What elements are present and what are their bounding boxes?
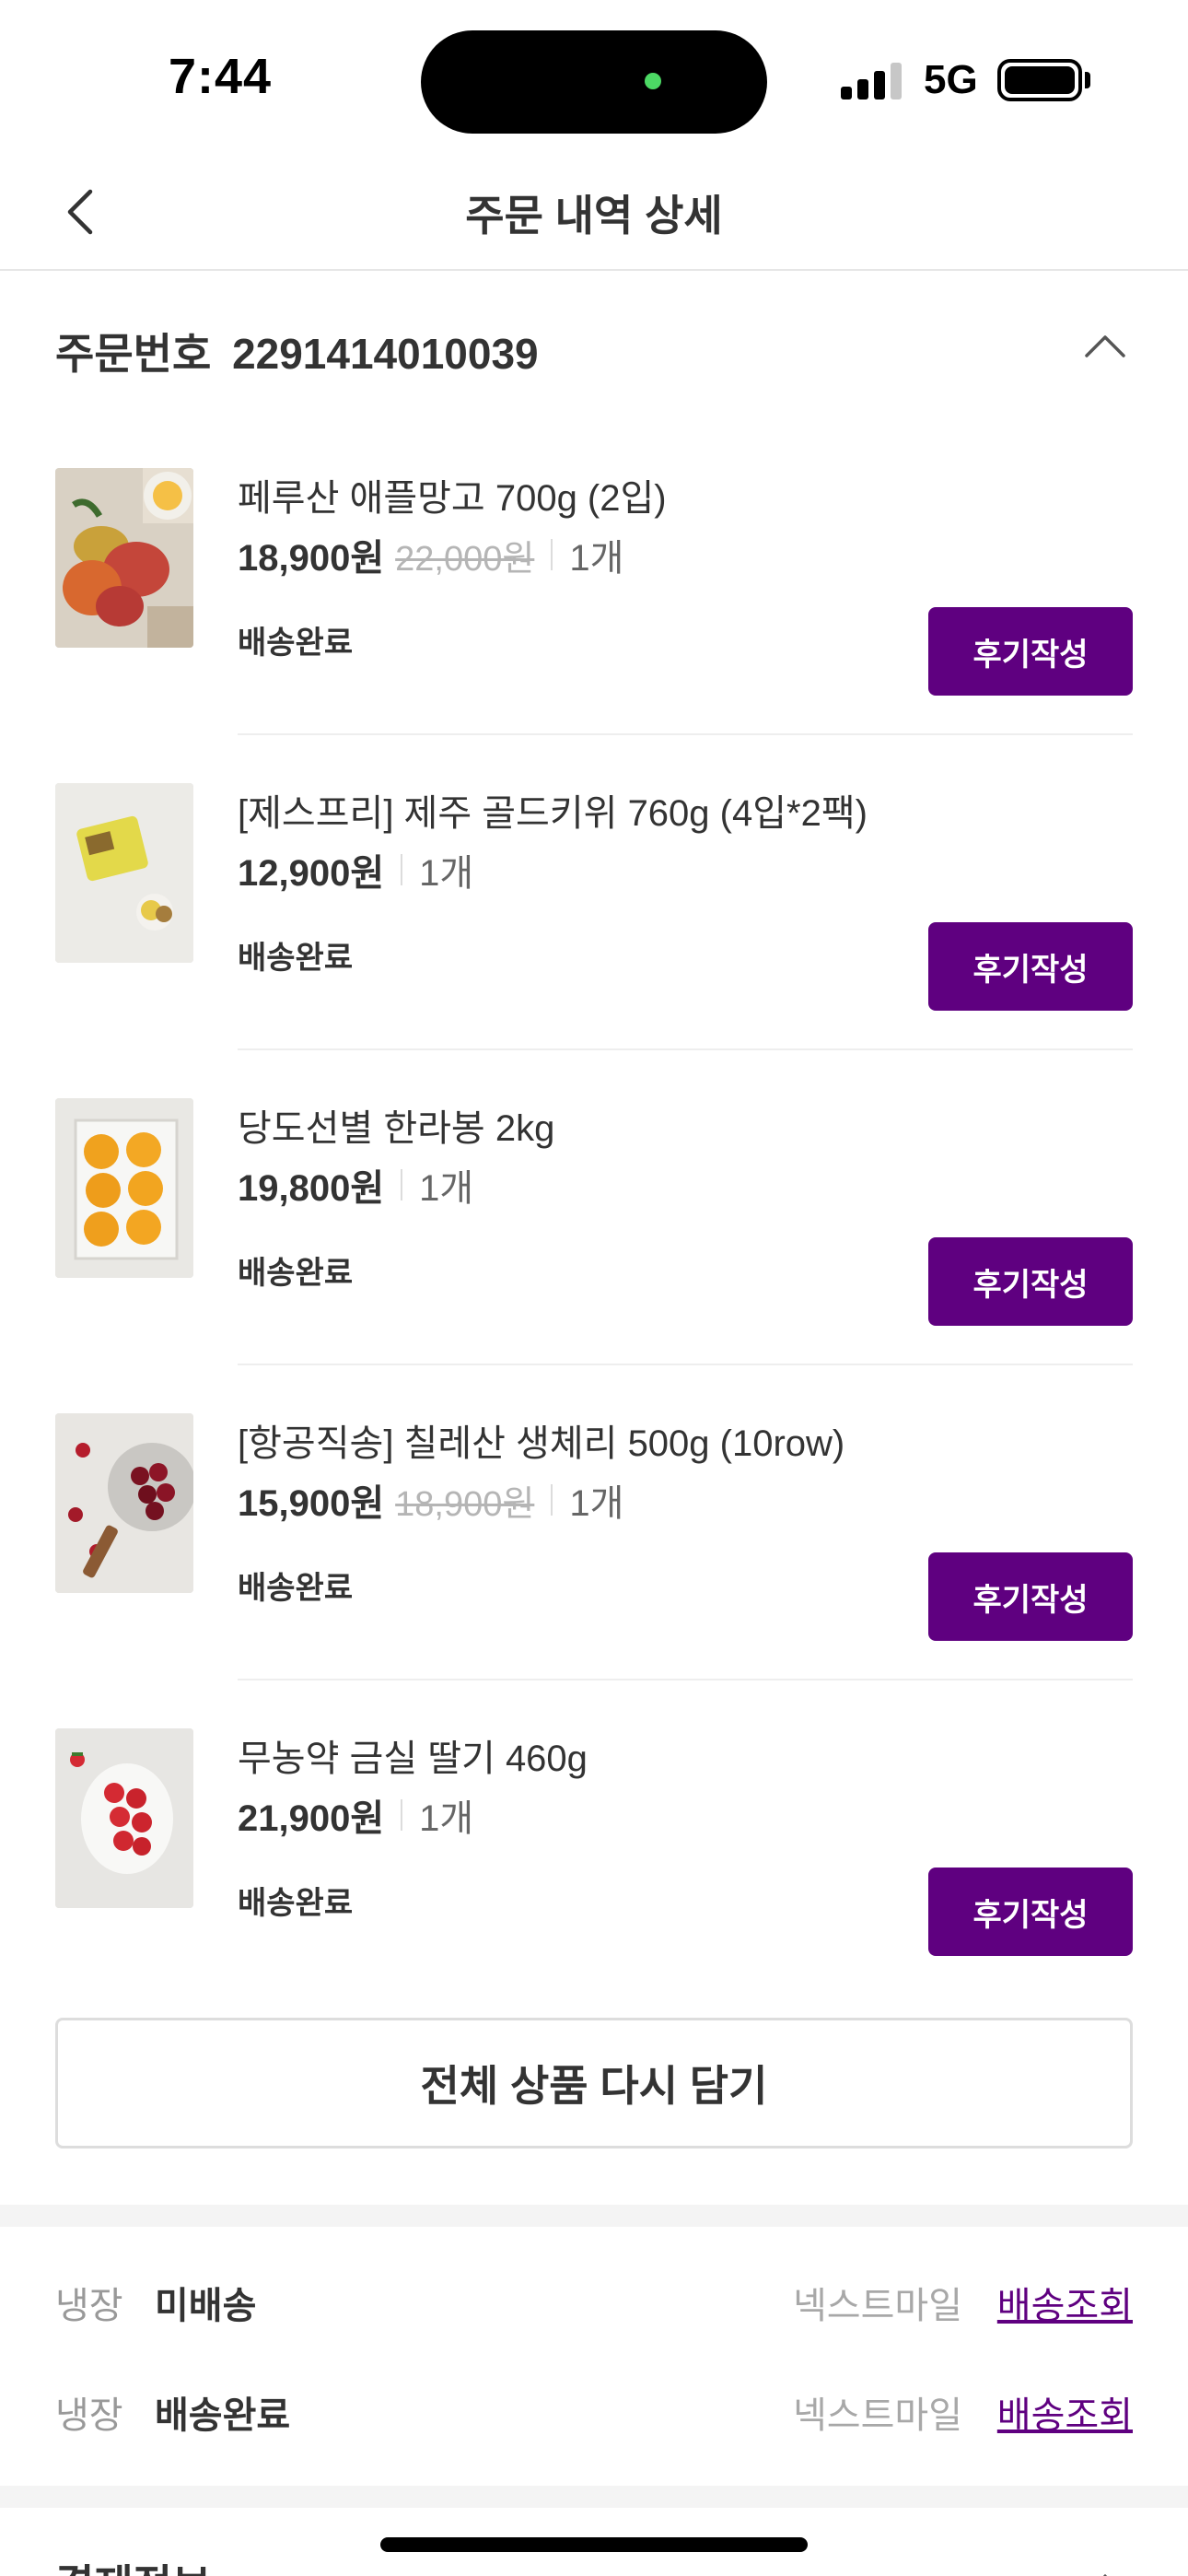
quantity: 1개 xyxy=(419,853,474,894)
delivery-state: 배송완료 xyxy=(155,2395,291,2436)
product-item: 페루산 애플망고 700g (2입) 18,900원 22,000원 1개 배송… xyxy=(0,420,1188,735)
price-divider xyxy=(401,1169,403,1200)
cherry-image xyxy=(55,1413,193,1593)
chevron-up-icon xyxy=(1085,335,1125,357)
hallabong-image xyxy=(55,1098,193,1278)
section-gap xyxy=(0,2205,1188,2227)
order-number-prefix: 주문번호 xyxy=(55,330,212,378)
write-review-button[interactable]: 후기작성 xyxy=(928,607,1133,696)
track-delivery-link[interactable]: 배송조회 xyxy=(997,2385,1133,2439)
price-row: 15,900원 18,900원 1개 xyxy=(238,1474,623,1526)
delivery-row: 냉장 배송완료 넥스트마일 배송조회 xyxy=(0,2354,1188,2465)
order-number: 2291414010039 xyxy=(232,330,539,378)
product-image[interactable] xyxy=(55,1728,193,1908)
product-image[interactable] xyxy=(55,1098,193,1278)
product-image[interactable] xyxy=(55,783,193,963)
battery-cap xyxy=(1085,72,1090,88)
original-price: 18,900원 xyxy=(395,1484,535,1524)
quantity: 1개 xyxy=(569,1483,624,1524)
product-name[interactable]: 무농약 금실 딸기 460g xyxy=(238,1728,588,1782)
quantity: 1개 xyxy=(419,1798,474,1839)
sale-price: 12,900원 xyxy=(238,853,385,894)
mango-image xyxy=(55,468,193,648)
price-row: 12,900원 1개 xyxy=(238,844,473,896)
home-indicator xyxy=(380,2537,808,2552)
dynamic-island xyxy=(421,30,767,134)
price-divider xyxy=(551,539,553,570)
sale-price: 15,900원 xyxy=(238,1483,385,1524)
delivery-status: 배송완료 xyxy=(238,941,354,976)
write-review-button[interactable]: 후기작성 xyxy=(928,1552,1133,1641)
delivery-state: 미배송 xyxy=(155,2286,257,2326)
battery-icon xyxy=(997,59,1082,101)
price-divider xyxy=(401,854,403,885)
sale-price: 21,900원 xyxy=(238,1798,385,1839)
strawberry-image xyxy=(55,1728,193,1908)
delivery-status: 배송완료 xyxy=(238,626,354,661)
write-review-button[interactable]: 후기작성 xyxy=(928,1868,1133,1956)
quantity: 1개 xyxy=(569,538,624,579)
collapse-button[interactable] xyxy=(1077,319,1133,374)
delivery-status: 배송완료 xyxy=(238,1886,354,1921)
track-delivery-link[interactable]: 배송조회 xyxy=(997,2276,1133,2329)
product-item: [제스프리] 제주 골드키위 760g (4입*2팩) 12,900원 1개 배… xyxy=(0,735,1188,1050)
sale-price: 19,800원 xyxy=(238,1168,385,1209)
camera-indicator-icon xyxy=(645,73,661,89)
nav-bar: 주문 내역 상세 xyxy=(0,157,1188,271)
delivery-row: 냉장 미배송 넥스트마일 배송조회 xyxy=(0,2244,1188,2355)
carrier-name: 넥스트마일 xyxy=(793,2395,962,2436)
product-name[interactable]: [항공직송] 칠레산 생체리 500g (10row) xyxy=(238,1413,844,1467)
product-image[interactable] xyxy=(55,468,193,648)
page-title: 주문 내역 상세 xyxy=(465,192,723,240)
price-row: 18,900원 22,000원 1개 xyxy=(238,529,623,580)
quantity: 1개 xyxy=(419,1168,474,1209)
status-bar: 7:44 5G xyxy=(0,0,1188,157)
price-divider xyxy=(551,1484,553,1516)
delivery-type: 냉장 xyxy=(55,2286,123,2326)
kiwi-image xyxy=(55,783,193,963)
cellular-signal-icon xyxy=(841,61,903,100)
product-list: 페루산 애플망고 700g (2입) 18,900원 22,000원 1개 배송… xyxy=(0,420,1188,1985)
payment-section-title[interactable]: 결제정보 xyxy=(55,2552,211,2576)
sale-price: 18,900원 xyxy=(238,538,385,579)
price-row: 19,800원 1개 xyxy=(238,1159,473,1211)
price-row: 21,900원 1개 xyxy=(238,1789,473,1841)
original-price: 22,000원 xyxy=(395,539,535,579)
product-image[interactable] xyxy=(55,1413,193,1593)
network-type: 5G xyxy=(924,57,978,102)
delivery-status: 배송완료 xyxy=(238,1571,354,1606)
product-name[interactable]: [제스프리] 제주 골드키위 760g (4입*2팩) xyxy=(238,783,868,837)
status-time: 7:44 xyxy=(169,49,273,104)
readd-all-to-cart-button[interactable]: 전체 상품 다시 담기 xyxy=(55,2018,1133,2149)
delivery-type: 냉장 xyxy=(55,2395,123,2436)
carrier-name: 넥스트마일 xyxy=(793,2286,962,2326)
write-review-button[interactable]: 후기작성 xyxy=(928,1237,1133,1326)
delivery-status: 배송완료 xyxy=(238,1256,354,1291)
product-item: 당도선별 한라봉 2kg 19,800원 1개 배송완료 후기작성 xyxy=(0,1050,1188,1365)
section-gap xyxy=(0,2486,1188,2508)
price-divider xyxy=(401,1799,403,1831)
product-name[interactable]: 당도선별 한라봉 2kg xyxy=(238,1098,554,1152)
order-header[interactable]: 주문번호 2291414010039 xyxy=(0,273,1188,420)
chevron-up-icon[interactable] xyxy=(1087,2561,1124,2576)
write-review-button[interactable]: 후기작성 xyxy=(928,922,1133,1011)
product-item: [항공직송] 칠레산 생체리 500g (10row) 15,900원 18,9… xyxy=(0,1365,1188,1680)
product-name[interactable]: 페루산 애플망고 700g (2입) xyxy=(238,468,667,521)
product-item: 무농약 금실 딸기 460g 21,900원 1개 배송완료 후기작성 xyxy=(0,1680,1188,1985)
order-number-label: 주문번호 2291414010039 xyxy=(55,321,539,381)
